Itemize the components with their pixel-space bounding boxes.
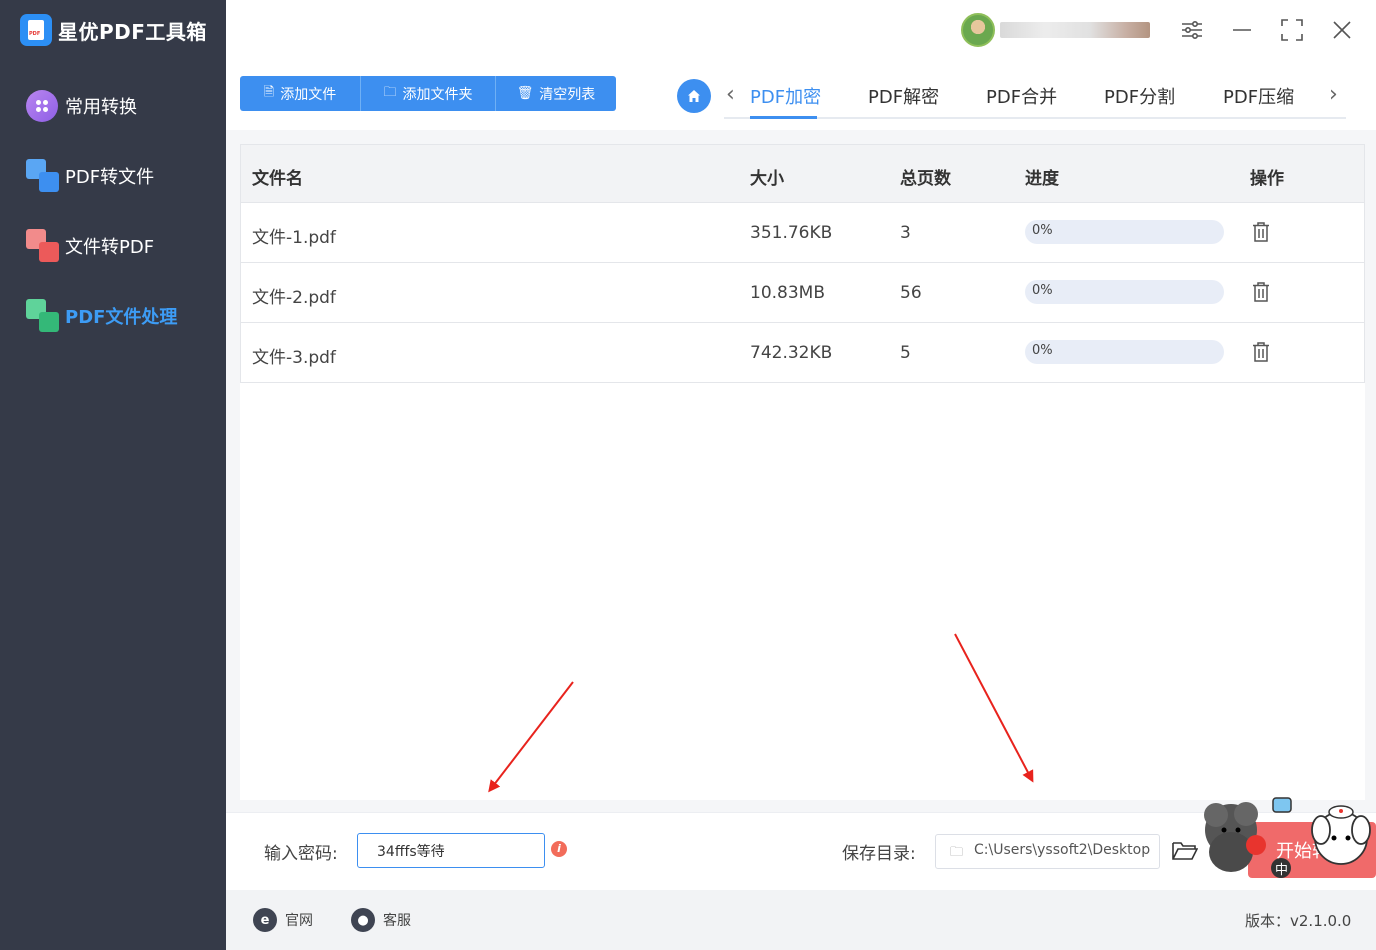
sidebar-item-common-convert[interactable]: 常用转换 <box>26 88 137 124</box>
header-action: 操作 <box>1250 169 1284 189</box>
add-folder-label: 添加文件夹 <box>402 86 473 103</box>
clear-list-button[interactable]: 🗑 清空列表 <box>496 76 616 111</box>
maximize-icon[interactable] <box>1278 16 1306 44</box>
tabs-prev-icon[interactable]: ‹ <box>726 82 735 107</box>
folder-outline-icon: 🗀 <box>950 845 964 860</box>
app-logo: 星优PDF工具箱 <box>20 14 207 46</box>
table-header <box>241 145 1364 203</box>
tabs-baseline <box>724 117 1346 119</box>
add-file-button[interactable]: 🗎 添加文件 <box>240 76 361 111</box>
header-size: 大小 <box>750 169 784 189</box>
delete-trash-icon[interactable] <box>1252 342 1270 362</box>
row-pages: 5 <box>900 343 911 363</box>
progress-text: 0% <box>1032 283 1053 298</box>
header-pages: 总页数 <box>900 169 951 189</box>
support-link[interactable]: ● 客服 <box>351 908 411 932</box>
app-title: 星优PDF工具箱 <box>58 19 207 44</box>
username-blurred <box>1000 22 1150 38</box>
file-icon: 🗎 <box>263 84 275 100</box>
tab-pdf-merge[interactable]: PDF合并 <box>986 83 1057 109</box>
website-link[interactable]: e 官网 <box>253 908 313 932</box>
header-progress: 进度 <box>1025 169 1059 189</box>
add-folder-button[interactable]: 🗀 添加文件夹 <box>361 76 496 111</box>
info-icon[interactable]: i <box>551 841 567 857</box>
file-to-pdf-icon <box>26 229 60 263</box>
password-label: 输入密码: <box>264 844 338 864</box>
sidebar-item-label: PDF转文件 <box>65 167 155 188</box>
progress-text: 0% <box>1032 343 1053 358</box>
row-size: 742.32KB <box>750 343 833 363</box>
save-dir-label: 保存目录: <box>842 844 916 864</box>
minimize-icon[interactable] <box>1228 16 1256 44</box>
row-size: 351.76KB <box>750 223 833 243</box>
sidebar-item-label: PDF文件处理 <box>65 307 178 328</box>
sidebar: 星优PDF工具箱 常用转换 PDF转文件 文件转PDF PDF文件处理 <box>0 0 226 950</box>
row-size: 10.83MB <box>750 283 825 303</box>
ie-globe-icon: e <box>253 908 277 932</box>
home-icon <box>688 90 700 102</box>
tab-pdf-compress[interactable]: PDF压缩 <box>1223 83 1294 109</box>
active-tab-indicator <box>750 116 817 119</box>
home-button[interactable] <box>677 79 711 113</box>
pdf-process-icon <box>26 299 60 333</box>
row-progress-bar: 0% <box>1025 340 1224 364</box>
app-logo-icon <box>20 14 52 46</box>
progress-text: 0% <box>1032 223 1053 238</box>
sidebar-item-label: 常用转换 <box>65 97 137 118</box>
sidebar-item-pdf-to-file[interactable]: PDF转文件 <box>26 158 154 194</box>
chat-bubble-icon: ● <box>351 908 375 932</box>
sidebar-item-pdf-process[interactable]: PDF文件处理 <box>26 298 177 334</box>
website-label: 官网 <box>285 913 313 929</box>
pdf-to-file-icon <box>26 159 60 193</box>
row-filename: 文件-2.pdf <box>252 288 336 308</box>
start-convert-button[interactable]: 开始转换 <box>1248 822 1376 878</box>
sidebar-item-file-to-pdf[interactable]: 文件转PDF <box>26 228 154 264</box>
row-filename: 文件-3.pdf <box>252 348 336 368</box>
tab-pdf-split[interactable]: PDF分割 <box>1104 83 1175 109</box>
row-progress-bar: 0% <box>1025 280 1224 304</box>
close-icon[interactable] <box>1328 16 1356 44</box>
settings-sliders-icon[interactable] <box>1178 16 1206 44</box>
row-pages: 56 <box>900 283 922 303</box>
delete-trash-icon[interactable] <box>1252 222 1270 242</box>
open-folder-icon[interactable] <box>1172 838 1198 862</box>
clear-list-label: 清空列表 <box>539 86 596 103</box>
tab-pdf-decrypt[interactable]: PDF解密 <box>868 83 939 109</box>
row-progress-bar: 0% <box>1025 220 1224 244</box>
folder-icon: 🗀 <box>383 84 397 100</box>
grid-circle-icon <box>26 89 60 123</box>
row-pages: 3 <box>900 223 911 243</box>
delete-trash-icon[interactable] <box>1252 282 1270 302</box>
file-toolbar: 🗎 添加文件 🗀 添加文件夹 🗑 清空列表 <box>240 76 616 111</box>
header-filename: 文件名 <box>252 169 303 189</box>
tab-pdf-encrypt[interactable]: PDF加密 <box>750 83 821 109</box>
tabs-next-icon[interactable]: › <box>1329 82 1338 107</box>
password-input[interactable] <box>357 833 545 868</box>
save-dir-input[interactable] <box>974 842 1154 858</box>
add-file-label: 添加文件 <box>280 86 337 103</box>
version-text: 版本：v2.1.0.0 <box>1245 912 1352 930</box>
save-dir-field[interactable]: 🗀 <box>935 834 1160 869</box>
sidebar-item-label: 文件转PDF <box>65 237 155 258</box>
support-label: 客服 <box>383 913 411 929</box>
trash-icon: 🗑 <box>516 86 534 101</box>
user-avatar[interactable] <box>961 13 995 47</box>
row-filename: 文件-1.pdf <box>252 228 336 248</box>
